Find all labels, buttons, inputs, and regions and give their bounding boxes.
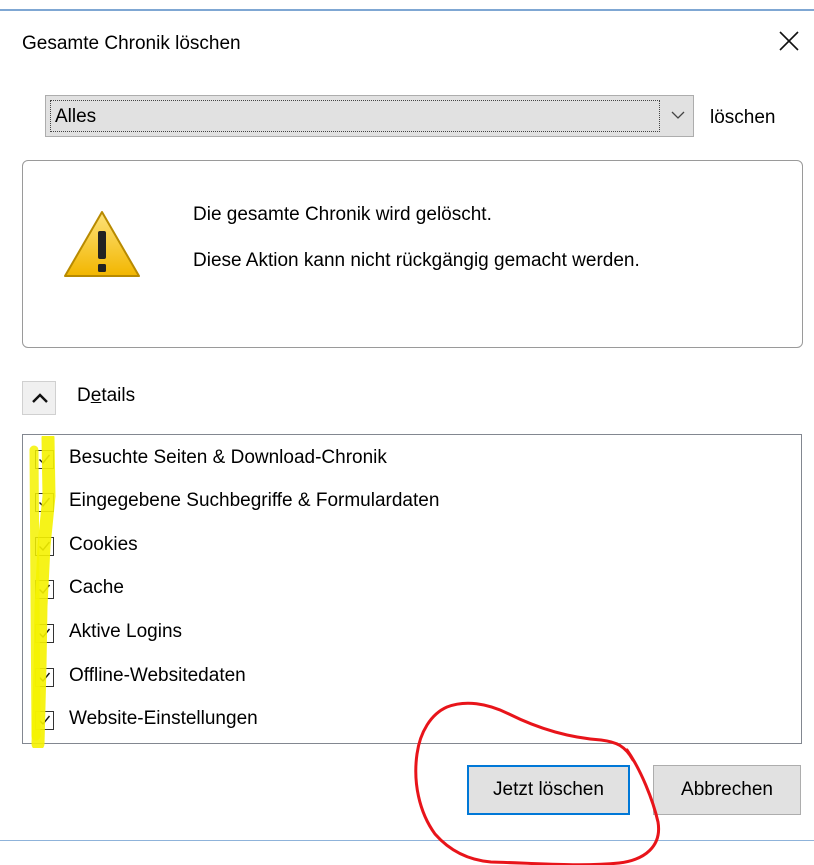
checkmark-icon <box>39 628 51 639</box>
warning-panel: Die gesamte Chronik wird gelöscht. Diese… <box>22 160 803 348</box>
warning-message: Die gesamte Chronik wird gelöscht. <box>193 204 492 225</box>
checkbox-label: Aktive Logins <box>69 621 183 642</box>
checkbox[interactable] <box>35 580 54 599</box>
dialog-top-border <box>0 9 814 11</box>
details-label-accesskey: e <box>90 385 102 406</box>
checkbox[interactable] <box>35 450 54 469</box>
time-range-select[interactable]: Alles <box>45 95 694 137</box>
checkbox[interactable] <box>35 493 54 512</box>
details-label[interactable]: Details <box>77 385 135 407</box>
cancel-button[interactable]: Abbrechen <box>653 765 801 815</box>
checkbox-label: Besuchte Seiten & Download-Chronik <box>69 447 387 468</box>
checkbox[interactable] <box>35 624 54 643</box>
checkmark-icon <box>39 584 51 595</box>
checkbox[interactable] <box>35 711 54 730</box>
checkmark-icon <box>39 672 51 683</box>
history-items-list: Besuchte Seiten & Download-Chronik Einge… <box>22 434 802 744</box>
chevron-down-icon <box>671 111 685 119</box>
checkbox-label: Eingegebene Suchbegriffe & Formulardaten <box>69 490 440 511</box>
chevron-up-icon <box>32 393 48 403</box>
checkbox-label: Offline-Websitedaten <box>69 665 246 686</box>
clear-now-button[interactable]: Jetzt löschen <box>467 765 630 815</box>
warning-triangle-icon <box>64 211 140 277</box>
time-range-action-label: löschen <box>710 107 776 128</box>
details-label-suffix: tails <box>101 385 136 406</box>
details-toggle-button[interactable] <box>22 381 56 415</box>
checkbox-label: Cache <box>69 577 124 598</box>
dialog-bottom-border <box>0 840 814 841</box>
details-label-prefix: D <box>77 385 91 406</box>
checkbox[interactable] <box>35 537 54 556</box>
checkmark-icon <box>39 715 51 726</box>
warning-note: Diese Aktion kann nicht rückgängig gemac… <box>193 250 640 271</box>
close-icon[interactable] <box>776 28 802 54</box>
focus-indicator <box>50 100 660 132</box>
checkmark-icon <box>39 541 51 552</box>
checkbox-label: Website-Einstellungen <box>69 708 258 729</box>
time-range-value: Alles <box>55 106 97 127</box>
dialog-title: Gesamte Chronik löschen <box>22 33 241 54</box>
checkbox[interactable] <box>35 668 54 687</box>
checkmark-icon <box>39 454 51 465</box>
checkbox-label: Cookies <box>69 534 138 555</box>
checkmark-icon <box>39 497 51 508</box>
